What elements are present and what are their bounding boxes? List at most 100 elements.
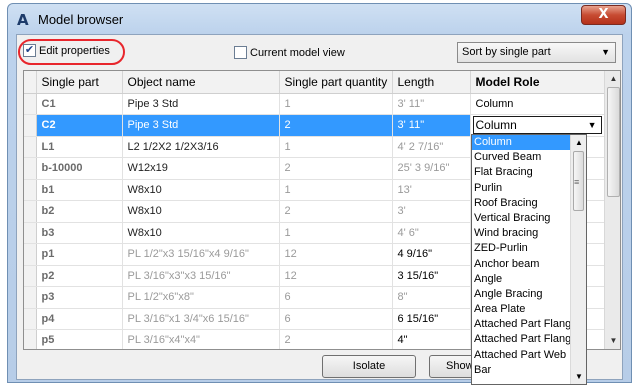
scroll-up-icon[interactable]: ▲	[605, 71, 620, 87]
close-button[interactable]: X	[581, 5, 626, 25]
row-selector[interactable]	[24, 265, 37, 287]
cell-single-part[interactable]: b1	[36, 179, 123, 201]
cell-quantity[interactable]: 1	[279, 136, 393, 158]
row-selector[interactable]	[24, 179, 37, 201]
cell-quantity[interactable]: 2	[279, 200, 393, 223]
dropdown-option[interactable]: Column	[472, 135, 586, 151]
column-header-object-name[interactable]: Object name	[122, 71, 280, 94]
row-selector[interactable]	[24, 329, 37, 349]
cell-length[interactable]: 8"	[392, 286, 471, 309]
cell-model-role[interactable]: Column	[470, 93, 605, 115]
column-header-quantity[interactable]: Single part quantity	[279, 71, 393, 94]
cell-single-part[interactable]: L1	[36, 136, 123, 158]
cell-object-name[interactable]: Pipe 3 Std	[122, 114, 280, 137]
cell-quantity[interactable]: 2	[279, 114, 393, 137]
isolate-button[interactable]: Isolate	[322, 355, 416, 378]
cell-single-part[interactable]: b-10000	[36, 157, 123, 180]
cell-single-part[interactable]: p1	[36, 243, 123, 266]
dropdown-option[interactable]: Attached Part Web	[472, 348, 586, 363]
cell-object-name[interactable]: PL 3/16"x4"x4"	[122, 329, 280, 349]
dropdown-option[interactable]: Vertical Bracing	[472, 211, 586, 226]
grid-vertical-scrollbar[interactable]: ▲ ▼	[604, 71, 620, 349]
dropdown-option[interactable]: Bar	[472, 363, 586, 378]
scroll-down-icon[interactable]: ▼	[571, 369, 586, 384]
cell-model-role[interactable]: Column ▼	[470, 114, 605, 137]
dropdown-option[interactable]: Angle	[472, 272, 586, 287]
cell-length[interactable]: 4' 6"	[392, 222, 471, 244]
dropdown-option[interactable]: Wind bracing	[472, 226, 586, 241]
row-selector[interactable]	[24, 200, 37, 223]
cell-object-name[interactable]: W12x19	[122, 157, 280, 180]
cell-length[interactable]: 3' 11"	[392, 93, 471, 115]
cell-quantity[interactable]: 1	[279, 179, 393, 201]
table-row[interactable]: C1 Pipe 3 Std 1 3' 11" Column	[24, 93, 605, 115]
cell-length[interactable]: 6 15/16"	[392, 308, 471, 330]
cell-single-part[interactable]: p5	[36, 329, 123, 349]
row-selector[interactable]	[24, 93, 37, 115]
row-selector[interactable]	[24, 222, 37, 244]
cell-length[interactable]: 13'	[392, 179, 471, 201]
dropdown-option[interactable]: Curved Beam	[472, 150, 586, 165]
cell-object-name[interactable]: PL 3/16"x3"x3 15/16"	[122, 265, 280, 287]
row-selector[interactable]	[24, 114, 37, 137]
cell-object-name[interactable]: PL 3/16"x1 3/4"x6 15/16"	[122, 308, 280, 330]
cell-single-part[interactable]: p3	[36, 286, 123, 309]
table-row[interactable]: C2 Pipe 3 Std 2 3' 11" Column ▼	[24, 114, 605, 137]
cell-length[interactable]: 4 9/16"	[392, 243, 471, 266]
row-selector[interactable]	[24, 157, 37, 180]
cell-length[interactable]: 25' 3 9/16"	[392, 157, 471, 180]
cell-object-name[interactable]: PL 1/2"x3 15/16"x4 9/16"	[122, 243, 280, 266]
cell-object-name[interactable]: Pipe 3 Std	[122, 93, 280, 115]
cell-object-name[interactable]: W8x10	[122, 179, 280, 201]
model-role-combo[interactable]: Column ▼	[472, 116, 602, 135]
cell-object-name[interactable]: W8x10	[122, 222, 280, 244]
cell-single-part[interactable]: p2	[36, 265, 123, 287]
cell-quantity[interactable]: 2	[279, 329, 393, 349]
cell-single-part[interactable]: b3	[36, 222, 123, 244]
cell-quantity[interactable]: 6	[279, 286, 393, 309]
row-selector[interactable]	[24, 136, 37, 158]
cell-length[interactable]: 3' 11"	[392, 114, 471, 137]
cell-single-part[interactable]: C1	[36, 93, 123, 115]
dropdown-option[interactable]: Anchor beam	[472, 257, 586, 272]
cell-length[interactable]: 3'	[392, 200, 471, 223]
title-bar[interactable]: A Model browser X	[8, 4, 631, 34]
dropdown-option[interactable]: Area Plate	[472, 302, 586, 317]
cell-length[interactable]: 3 15/16"	[392, 265, 471, 287]
cell-quantity[interactable]: 12	[279, 265, 393, 287]
dropdown-option[interactable]: Flat Bracing	[472, 165, 586, 180]
cell-object-name[interactable]: W8x10	[122, 200, 280, 223]
column-header-single-part[interactable]: Single part	[36, 71, 123, 94]
scrollbar-thumb[interactable]	[607, 87, 620, 197]
dropdown-scrollbar[interactable]: ▲ ≡ ▼	[570, 135, 586, 384]
dropdown-option[interactable]: Roof Bracing	[472, 196, 586, 211]
cell-quantity[interactable]: 1	[279, 222, 393, 244]
cell-quantity[interactable]: 2	[279, 157, 393, 180]
dropdown-option[interactable]: Attached Part Flange	[472, 332, 586, 347]
cell-quantity[interactable]: 1	[279, 93, 393, 115]
row-selector[interactable]	[24, 286, 37, 309]
cell-length[interactable]: 4"	[392, 329, 471, 349]
cell-single-part[interactable]: p4	[36, 308, 123, 330]
cell-single-part[interactable]: b2	[36, 200, 123, 223]
cell-quantity[interactable]: 12	[279, 243, 393, 266]
model-role-dropdown-list[interactable]: Column Curved Beam Flat Bracing Purlin Roof …	[471, 134, 587, 385]
cell-length[interactable]: 4' 2 7/16"	[392, 136, 471, 158]
cell-single-part[interactable]: C2	[36, 114, 123, 137]
cell-object-name[interactable]: PL 1/2"x6"x8"	[122, 286, 280, 309]
column-header-model-role[interactable]: Model Role	[470, 71, 605, 94]
dropdown-option[interactable]: Purlin	[472, 181, 586, 196]
row-selector[interactable]	[24, 243, 37, 266]
column-header-length[interactable]: Length	[392, 71, 471, 94]
edit-properties-checkbox[interactable]: ✔ Edit properties	[23, 44, 110, 57]
dropdown-option[interactable]: Attached Part Flange l	[472, 317, 586, 332]
dropdown-option[interactable]: Angle Bracing	[472, 287, 586, 302]
sort-select[interactable]: Sort by single part ▼	[457, 42, 616, 63]
scroll-down-icon[interactable]: ▼	[605, 333, 620, 349]
cell-object-name[interactable]: L2 1/2X2 1/2X3/16	[122, 136, 280, 158]
cell-quantity[interactable]: 6	[279, 308, 393, 330]
row-selector[interactable]	[24, 308, 37, 330]
scroll-up-icon[interactable]: ▲	[571, 135, 586, 150]
current-model-view-checkbox[interactable]: Current model view	[234, 46, 345, 59]
dropdown-option[interactable]: ZED-Purlin	[472, 241, 586, 256]
